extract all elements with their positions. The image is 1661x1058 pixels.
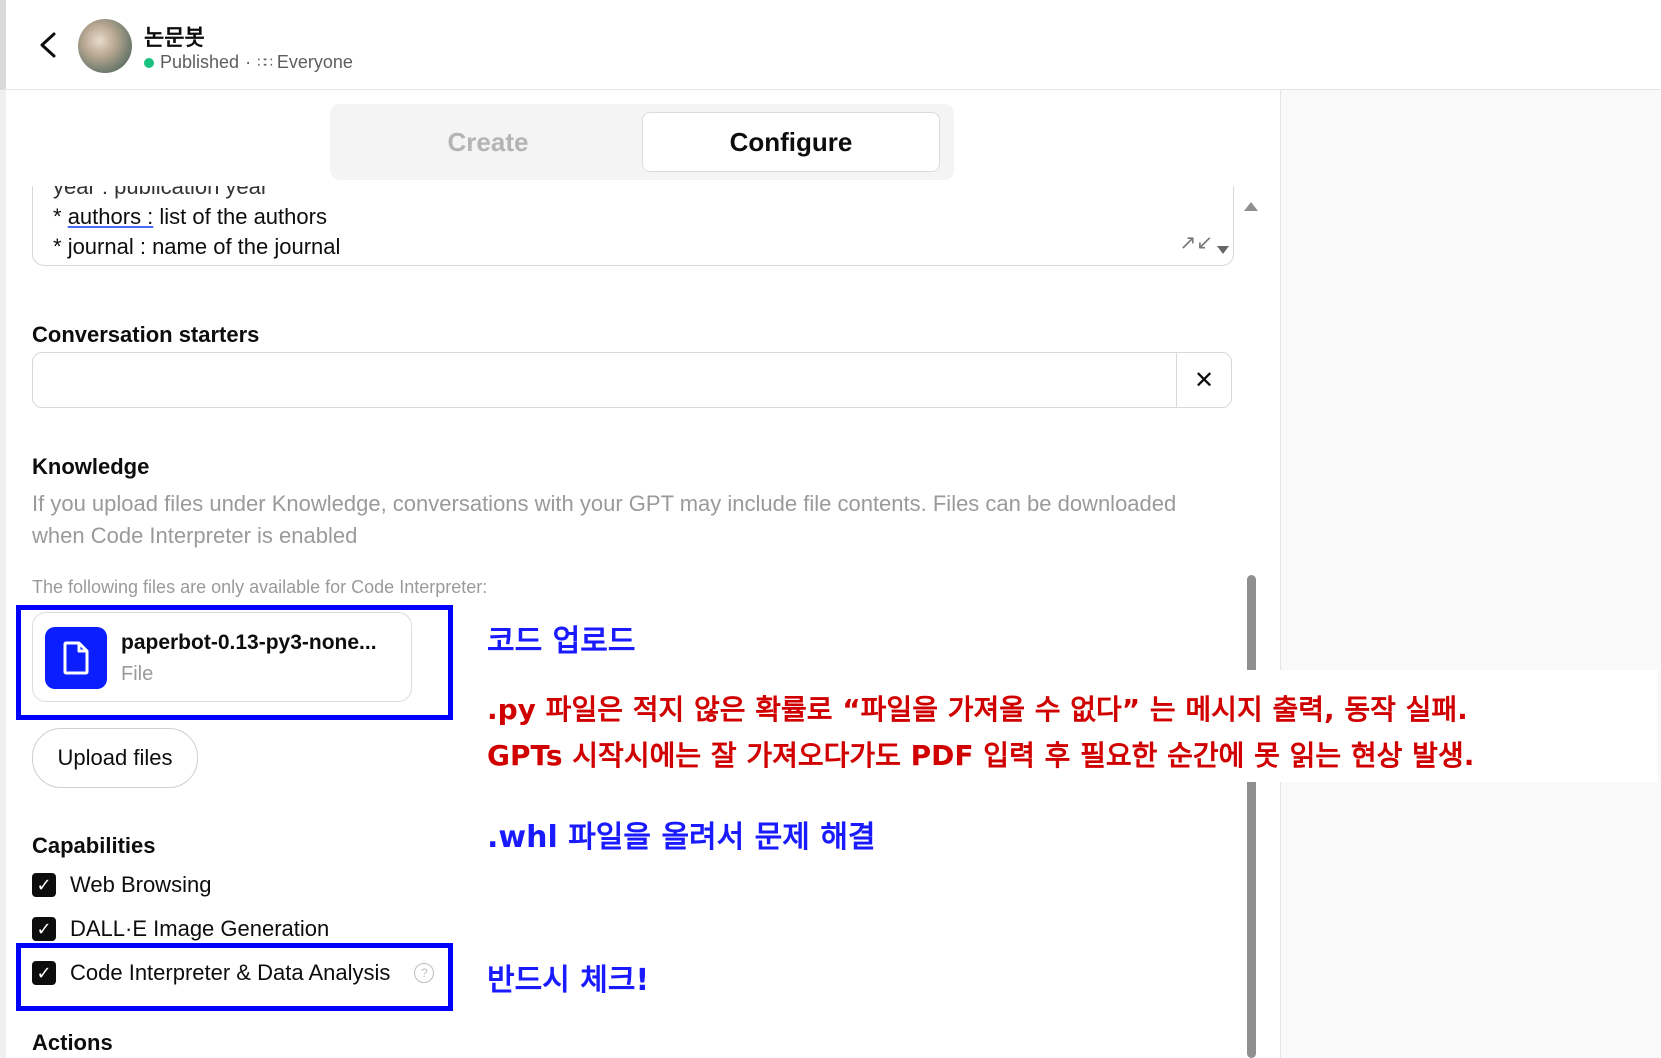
annotation-box-file <box>16 605 453 720</box>
checkbox-checked-icon[interactable]: ✓ <box>32 917 56 941</box>
instructions-textarea[interactable]: year : publication year * authors : list… <box>32 186 1234 266</box>
publish-status: Published · ∷∷ Everyone <box>144 52 353 73</box>
instructions-line-journal: * journal : name of the journal <box>53 234 341 259</box>
knowledge-label: Knowledge <box>32 454 150 479</box>
actions-label: Actions <box>32 1030 113 1055</box>
knowledge-help-text: If you upload files under Knowledge, con… <box>32 491 1177 548</box>
conversation-starter-input[interactable] <box>45 363 1149 399</box>
scroll-up-icon[interactable] <box>1244 202 1258 211</box>
people-icon: ∷∷ <box>257 54 273 70</box>
instructions-partial-line: year : publication year <box>53 186 269 199</box>
annotation-must-check: 반드시 체크! <box>487 963 650 998</box>
gpt-avatar <box>78 19 132 73</box>
window-edge <box>0 90 6 1058</box>
upload-files-button[interactable]: Upload files <box>32 728 198 788</box>
conversation-starters-label: Conversation starters <box>32 322 260 347</box>
annotation-code-upload: 코드 업로드 <box>487 624 636 659</box>
clear-starter-button[interactable]: ✕ <box>1176 353 1231 407</box>
instructions-line-authors: * authors : list of the authors <box>53 204 327 229</box>
back-arrow-icon[interactable] <box>36 28 60 62</box>
capability-label: Web Browsing <box>70 872 212 897</box>
checkbox-checked-icon[interactable]: ✓ <box>32 873 56 897</box>
published-dot-icon <box>144 57 154 68</box>
tab-create[interactable]: Create <box>338 112 638 172</box>
capabilities-label: Capabilities <box>32 833 156 858</box>
scrollbar-thumb[interactable] <box>1247 575 1256 1058</box>
mode-tabs: Create Configure <box>330 104 954 180</box>
capability-web-browsing[interactable]: ✓ Web Browsing <box>32 872 211 898</box>
status-separator: · <box>245 52 252 72</box>
authors-key: authors : <box>67 204 154 229</box>
preview-pane <box>1281 90 1661 1058</box>
annotation-issue-line1: .py 파일은 적지 않은 확률로 “파일을 가져올 수 없다” 는 메시지 출… <box>487 693 1468 726</box>
status-text: Published <box>160 52 240 72</box>
top-bar: 논문봇 Published · ∷∷ Everyone <box>0 0 1661 90</box>
capability-dalle[interactable]: ✓ DALL·E Image Generation <box>32 916 329 942</box>
conversation-starter-field: ✕ <box>32 352 1232 408</box>
tab-configure[interactable]: Configure <box>642 112 940 172</box>
annotation-box-code-interpreter <box>16 943 453 1011</box>
gpt-name: 논문봇 <box>144 25 205 50</box>
expand-icon[interactable]: ↗↙ <box>1179 230 1213 255</box>
code-interpreter-files-note: The following files are only available f… <box>32 577 488 597</box>
annotation-fix: .whl 파일을 올려서 문제 해결 <box>487 820 876 855</box>
capability-label: DALL·E Image Generation <box>70 916 330 941</box>
textarea-scroll-down-icon[interactable] <box>1217 246 1229 254</box>
visibility-text: Everyone <box>276 52 353 72</box>
annotation-issue-line2: GPTs 시작시에는 잘 가져오다가도 PDF 입력 후 필요한 순간에 못 읽… <box>487 739 1475 772</box>
